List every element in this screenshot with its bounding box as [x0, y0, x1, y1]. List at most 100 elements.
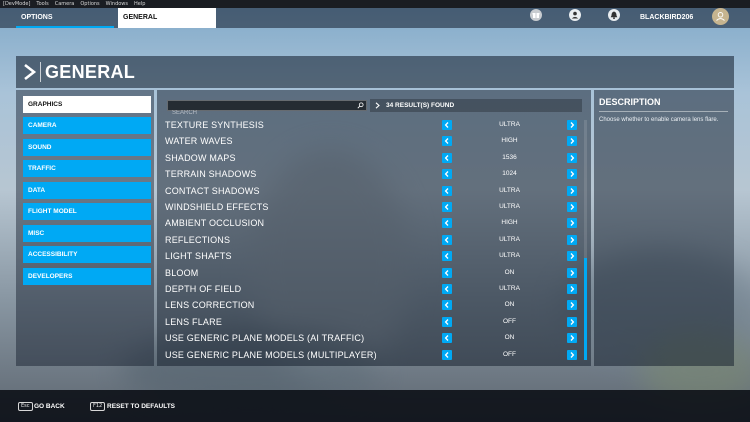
sidebar-item-data[interactable]: DATA: [23, 182, 151, 199]
chevron-left-icon[interactable]: [442, 284, 452, 294]
menu-help[interactable]: Help: [134, 0, 145, 8]
dev-mode-menu-bar: [DevMode] Tools Camera Options Windows H…: [0, 0, 750, 8]
setting-row[interactable]: WINDSHIELD EFFECTS ULTRA: [162, 199, 582, 215]
setting-value: ULTRA: [499, 285, 520, 292]
chevron-right-icon: [24, 63, 37, 81]
chevron-right-icon[interactable]: [567, 218, 577, 229]
chevron-left-icon[interactable]: [442, 136, 452, 147]
setting-row[interactable]: WATER WAVES HIGH: [162, 133, 582, 149]
chevron-right-icon[interactable]: [567, 267, 577, 278]
sidebar-item-developers[interactable]: DEVELOPERS: [23, 268, 151, 285]
chevron-right-icon[interactable]: [567, 202, 577, 212]
avatar-icon[interactable]: [712, 8, 729, 25]
setting-row[interactable]: LENS CORRECTION ON: [162, 297, 582, 313]
chevron-right-icon[interactable]: [567, 284, 577, 294]
chevron-right-icon[interactable]: [567, 349, 577, 360]
setting-row[interactable]: LENS FLARE OFF: [162, 314, 582, 330]
sidebar-item-misc[interactable]: MISC: [23, 225, 151, 242]
setting-label: LIGHT SHAFTS: [165, 251, 232, 262]
chevron-left-icon[interactable]: [442, 185, 452, 196]
setting-row[interactable]: REFLECTIONS ULTRA: [162, 232, 582, 248]
sidebar-item-accessibility[interactable]: ACCESSIBILITY: [23, 246, 151, 263]
chevron-right-icon[interactable]: [567, 251, 577, 262]
chevron-right-icon[interactable]: [567, 185, 577, 196]
category-sidebar: GRAPHICS CAMERA SOUND TRAFFIC DATA FLIGH…: [16, 90, 154, 366]
go-back-button[interactable]: GO BACK: [34, 400, 65, 413]
page-title: GENERAL: [45, 62, 136, 82]
setting-row[interactable]: SHADOW MAPS 1536: [162, 150, 582, 166]
chevron-right-icon[interactable]: [567, 120, 577, 130]
chevron-right-icon[interactable]: [567, 234, 577, 245]
sidebar-item-traffic[interactable]: TRAFFIC: [23, 160, 151, 177]
chevron-left-icon[interactable]: [442, 267, 452, 278]
setting-label: WATER WAVES: [165, 136, 233, 147]
setting-row[interactable]: DEPTH OF FIELD ULTRA: [162, 281, 582, 297]
setting-row[interactable]: AMBIENT OCCLUSION HIGH: [162, 215, 582, 231]
menu-windows[interactable]: Windows: [106, 0, 128, 8]
gift-icon[interactable]: [530, 9, 542, 21]
setting-label: DEPTH OF FIELD: [165, 284, 242, 294]
menu-options[interactable]: Options: [80, 0, 99, 8]
setting-row[interactable]: USE GENERIC PLANE MODELS (AI TRAFFIC) ON: [162, 330, 582, 346]
tab-options[interactable]: OPTIONS: [16, 8, 114, 28]
chevron-left-icon[interactable]: [442, 234, 452, 245]
search-bar[interactable]: [167, 100, 367, 118]
setting-value: ULTRA: [499, 203, 520, 210]
devmode-label[interactable]: [DevMode]: [3, 0, 30, 8]
menu-tools[interactable]: Tools: [36, 0, 48, 8]
menu-camera[interactable]: Camera: [55, 0, 75, 8]
chevron-right-icon[interactable]: [567, 169, 577, 180]
description-title: DESCRIPTION: [599, 97, 661, 107]
chevron-left-icon[interactable]: [442, 218, 452, 229]
notifications-icon[interactable]: [608, 9, 620, 21]
profile-icon[interactable]: [569, 9, 581, 21]
chevron-left-icon[interactable]: [442, 251, 452, 262]
setting-value: ULTRA: [499, 186, 520, 194]
setting-value: ON: [504, 268, 515, 276]
setting-row[interactable]: TEXTURE SYNTHESIS ULTRA: [162, 117, 582, 133]
esc-key-hint: Esc: [18, 402, 33, 411]
chevron-right-icon[interactable]: [567, 316, 577, 327]
setting-label: CONTACT SHADOWS: [165, 185, 260, 196]
chevron-left-icon[interactable]: [442, 169, 452, 180]
sidebar-item-sound[interactable]: SOUND: [23, 139, 151, 156]
setting-value: OFF: [503, 317, 516, 325]
chevron-left-icon[interactable]: [442, 349, 452, 360]
setting-row[interactable]: LIGHT SHAFTS ULTRA: [162, 248, 582, 264]
setting-label: TERRAIN SHADOWS: [165, 169, 257, 180]
chevron-left-icon[interactable]: [442, 152, 452, 163]
setting-label: USE GENERIC PLANE MODELS (AI TRAFFIC): [165, 333, 365, 344]
setting-value: ULTRA: [499, 121, 520, 128]
sidebar-item-graphics[interactable]: GRAPHICS: [23, 96, 151, 113]
chevron-right-icon[interactable]: [567, 333, 577, 344]
scrollbar-thumb[interactable]: [584, 258, 587, 360]
chevron-right-icon[interactable]: [567, 300, 577, 311]
chevron-left-icon[interactable]: [442, 316, 452, 327]
setting-value: ULTRA: [499, 235, 520, 243]
setting-row[interactable]: BLOOM ON: [162, 265, 582, 281]
page-header: GENERAL: [16, 56, 734, 88]
chevron-right-icon[interactable]: [567, 152, 577, 163]
setting-row[interactable]: TERRAIN SHADOWS 1024: [162, 166, 582, 182]
description-panel: [594, 90, 734, 366]
tab-general[interactable]: GENERAL: [118, 8, 216, 28]
reset-to-defaults-button[interactable]: RESET TO DEFAULTS: [107, 400, 175, 413]
sidebar-item-camera[interactable]: CAMERA: [23, 117, 151, 134]
setting-label: AMBIENT OCCLUSION: [165, 218, 265, 229]
setting-value: OFF: [503, 350, 516, 358]
chevron-right-icon: [375, 102, 380, 109]
results-count: 34 RESULT(S) FOUND: [370, 99, 582, 112]
chevron-left-icon[interactable]: [442, 120, 452, 130]
sidebar-item-flight-model[interactable]: FLIGHT MODEL: [23, 203, 151, 220]
chevron-left-icon[interactable]: [442, 202, 452, 212]
search-icon[interactable]: [357, 102, 364, 109]
setting-row[interactable]: USE GENERIC PLANE MODELS (MULTIPLAYER) OF…: [162, 347, 582, 363]
setting-value: 1536: [502, 153, 517, 161]
chevron-right-icon[interactable]: [567, 136, 577, 147]
chevron-left-icon[interactable]: [442, 300, 452, 311]
chevron-left-icon[interactable]: [442, 333, 452, 344]
description-divider: [599, 111, 728, 112]
setting-value: ULTRA: [499, 252, 520, 260]
setting-row[interactable]: CONTACT SHADOWS ULTRA: [162, 183, 582, 199]
username-label[interactable]: BLACKBIRD206: [640, 8, 693, 28]
